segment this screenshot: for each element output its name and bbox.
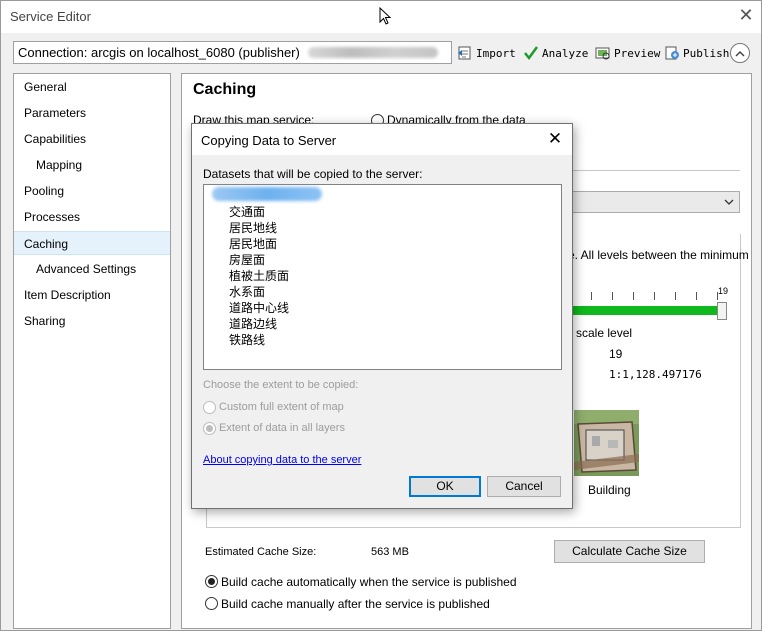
estimated-cache-value: 563 MB — [371, 546, 409, 558]
publish-button[interactable]: Publish — [664, 43, 729, 63]
nav-item-mapping[interactable]: Mapping — [14, 153, 170, 177]
custom-extent-radio[interactable] — [203, 401, 216, 414]
custom-extent-label: Custom full extent of map — [219, 401, 344, 413]
slider-max-label: 19 — [718, 286, 729, 296]
build-auto-radio[interactable] — [205, 575, 218, 588]
calculate-cache-size-button[interactable]: Calculate Cache Size — [554, 540, 705, 563]
analyze-label: Analyze — [542, 46, 589, 60]
list-item: 道路中心线 — [229, 301, 290, 315]
import-icon — [458, 46, 471, 60]
slider-tick — [633, 292, 634, 300]
list-item: 交通面 — [229, 205, 266, 219]
scale-value: 1:1,128.497176 — [609, 368, 702, 381]
building-thumbnail-icon — [574, 410, 639, 476]
build-auto-label: Build cache automatically when the servi… — [221, 575, 517, 589]
datasets-list[interactable]: 交通面 居民地线 居民地面 房屋面 植被土质面 水系面 道路中心线 道路边线 铁… — [203, 184, 562, 370]
slider-tick — [675, 292, 676, 300]
cancel-button[interactable]: Cancel — [487, 476, 561, 497]
nav-item-sharing[interactable]: Sharing — [14, 309, 170, 333]
build-manual-radio[interactable] — [205, 597, 218, 610]
nav-item-item-description[interactable]: Item Description — [14, 283, 170, 307]
redacted-connection-detail — [308, 47, 438, 58]
nav-item-general[interactable]: General — [14, 75, 170, 99]
publish-label: Publish — [683, 46, 730, 60]
list-item: 居民地面 — [229, 237, 278, 251]
ok-button[interactable]: OK — [409, 476, 481, 497]
import-label: Import — [476, 46, 516, 60]
list-item: 居民地线 — [229, 221, 278, 235]
list-item: 道路边线 — [229, 317, 278, 331]
about-copying-link[interactable]: About copying data to the server — [203, 454, 361, 466]
import-button[interactable]: Import — [457, 43, 516, 63]
chevron-up-icon — [735, 50, 745, 57]
window-title: Service Editor — [10, 9, 91, 24]
dialog-close-button[interactable]: ✕ — [544, 128, 566, 150]
estimated-cache-label: Estimated Cache Size: — [205, 546, 317, 558]
nav-item-processes[interactable]: Processes — [14, 205, 170, 229]
list-item: 植被土质面 — [229, 269, 290, 283]
slider-tick — [654, 292, 655, 300]
settings-nav: General Parameters Capabilities Mapping … — [13, 73, 171, 629]
dialog-title-bar: Copying Data to Server ✕ — [192, 124, 572, 155]
list-item: 铁路线 — [229, 333, 266, 347]
scale-slider-handle[interactable] — [717, 302, 727, 320]
redacted-dataset-root — [212, 187, 322, 201]
list-item: 水系面 — [229, 285, 266, 299]
extent-label: Choose the extent to be copied: — [203, 379, 359, 391]
slider-tick — [612, 292, 613, 300]
connection-field[interactable]: Connection: arcgis on localhost_6080 (pu… — [13, 41, 452, 64]
mouse-cursor-icon — [379, 7, 392, 25]
thumbnail-label: Building — [588, 483, 631, 497]
slider-tick — [696, 292, 697, 300]
layers-extent-label: Extent of data in all layers — [219, 422, 345, 434]
service-editor-window: Service Editor ✕ Connection: arcgis on l… — [0, 0, 762, 631]
preview-label: Preview — [614, 46, 661, 60]
copying-data-dialog: Copying Data to Server ✕ Datasets that w… — [191, 123, 573, 509]
window-close-button[interactable]: ✕ — [735, 5, 757, 27]
page-title: Caching — [193, 81, 257, 98]
preview-icon — [595, 47, 610, 60]
checkmark-icon — [524, 46, 539, 61]
nav-item-pooling[interactable]: Pooling — [14, 179, 170, 203]
datasets-label: Datasets that will be copied to the serv… — [203, 167, 423, 181]
nav-item-caching[interactable]: Caching — [14, 231, 170, 255]
nav-item-advanced-settings[interactable]: Advanced Settings — [14, 257, 170, 281]
collapse-button[interactable] — [730, 43, 750, 63]
divider — [572, 170, 740, 171]
dialog-title: Copying Data to Server — [201, 133, 337, 148]
scale-description: e. All levels between the minimum — [568, 248, 749, 262]
analyze-button[interactable]: Analyze — [523, 43, 588, 63]
nav-item-capabilities[interactable]: Capabilities — [14, 127, 170, 151]
slider-tick — [591, 292, 592, 300]
layers-extent-radio[interactable] — [203, 422, 216, 435]
tiling-scheme-dropdown[interactable] — [572, 191, 740, 213]
scale-level-label: scale level — [576, 326, 633, 340]
scale-slider-track[interactable] — [572, 306, 718, 315]
build-manual-label: Build cache manually after the service i… — [221, 597, 490, 611]
nav-item-parameters[interactable]: Parameters — [14, 101, 170, 125]
slider-tick — [717, 292, 718, 300]
level-value: 19 — [609, 347, 623, 361]
list-item: 房屋面 — [229, 253, 266, 267]
preview-button[interactable]: Preview — [595, 43, 660, 63]
publish-icon — [665, 46, 679, 60]
connection-text: Connection: arcgis on localhost_6080 (pu… — [18, 45, 300, 60]
chevron-down-icon — [724, 199, 734, 205]
